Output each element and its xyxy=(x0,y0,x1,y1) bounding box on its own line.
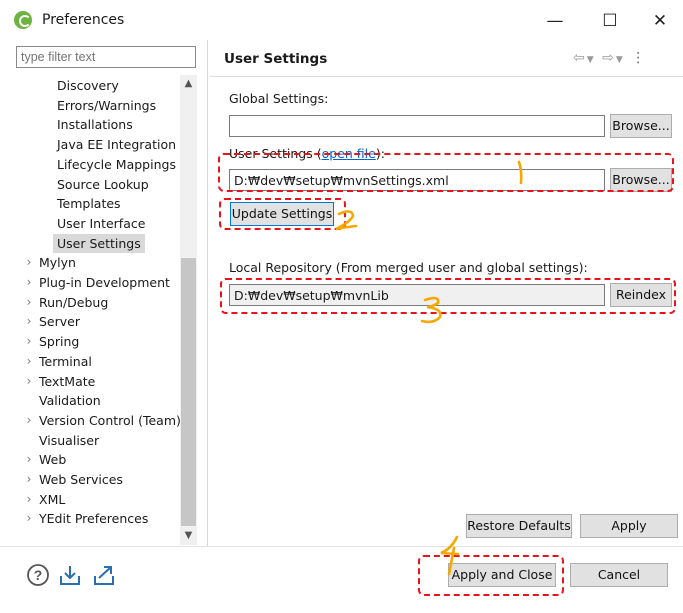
tree-item[interactable]: Templates xyxy=(57,194,121,213)
forward-menu-icon[interactable]: ▼ xyxy=(616,55,625,65)
tree-item[interactable]: User Settings xyxy=(53,233,145,253)
chevron-right-icon[interactable]: › xyxy=(23,352,35,371)
scroll-up-icon[interactable]: ▲ xyxy=(180,76,197,92)
chevron-right-icon[interactable]: › xyxy=(23,509,35,528)
tree-item[interactable]: Lifecycle Mappings xyxy=(57,155,176,174)
tree-item-label: Terminal xyxy=(39,353,92,369)
tree-item-label: YEdit Preferences xyxy=(39,511,149,527)
tree-item-label: Visualiser xyxy=(39,432,100,448)
history-nav[interactable]: ⇦▼ ⇨▼ ⋮ xyxy=(573,50,647,66)
view-menu-icon[interactable]: ⋮ xyxy=(631,50,647,66)
tree-item-label: Discovery xyxy=(57,78,119,93)
tree-item-label: Server xyxy=(39,314,80,330)
chevron-right-icon[interactable]: › xyxy=(23,490,35,509)
tree-item-label: Lifecycle Mappings xyxy=(57,156,176,172)
tree-item-label: Run/Debug xyxy=(39,294,109,310)
tree-item[interactable]: › YEdit Preferences xyxy=(27,509,149,528)
close-button[interactable]: ✕ xyxy=(640,8,680,34)
annotation-box-local-repo xyxy=(220,278,676,314)
local-repo-label: Local Repository (From merged user and g… xyxy=(229,260,588,275)
export-icon[interactable] xyxy=(92,563,116,587)
tree-item-label: Version Control (Team) xyxy=(39,412,181,428)
footer-separator xyxy=(0,546,683,547)
tree-item-label: Web xyxy=(39,452,67,468)
tree-item-label: Errors/Warnings xyxy=(57,97,157,113)
chevron-right-icon[interactable]: › xyxy=(23,411,35,430)
svg-text:?: ? xyxy=(34,567,43,583)
tree-item[interactable]: › Version Control (Team) xyxy=(27,411,181,430)
chevron-right-icon[interactable]: › xyxy=(23,470,35,489)
tree-item-label: Java EE Integration xyxy=(57,137,177,153)
chevron-right-icon[interactable]: › xyxy=(23,312,35,331)
restore-defaults-button[interactable]: Restore Defaults xyxy=(466,514,572,538)
annotation-box-user-settings xyxy=(218,153,674,192)
pane-divider[interactable] xyxy=(207,40,208,546)
tree-item-label: User Interface xyxy=(57,215,146,231)
chevron-right-icon[interactable]: › xyxy=(23,293,35,312)
maximize-button[interactable]: ☐ xyxy=(590,8,630,34)
spring-app-icon xyxy=(14,11,32,29)
tree-item-label: Validation xyxy=(39,393,101,409)
help-icon[interactable]: ? xyxy=(26,563,50,587)
tree-item-label: Mylyn xyxy=(39,255,76,271)
annotation-box-apply-close xyxy=(418,555,564,596)
tree-item-label: Templates xyxy=(57,196,121,212)
chevron-right-icon[interactable]: › xyxy=(23,450,35,469)
tree-item[interactable]: › Spring xyxy=(27,332,80,351)
tree-item[interactable]: Errors/Warnings xyxy=(57,96,156,115)
global-settings-label: Global Settings: xyxy=(229,91,329,106)
minimize-button[interactable]: — xyxy=(535,8,575,34)
page-title: User Settings xyxy=(224,51,328,67)
tree-item[interactable]: › Run/Debug xyxy=(27,293,109,312)
tree-item[interactable]: › TextMate xyxy=(27,372,96,391)
back-arrow-icon[interactable]: ⇦ xyxy=(573,50,587,66)
tree-item-label: Installations xyxy=(57,117,133,133)
tree-item-label: Web Services xyxy=(39,472,123,487)
annotation-box-update-settings xyxy=(219,198,346,230)
tree-item-label: Plug-in Development xyxy=(39,275,170,290)
cancel-button[interactable]: Cancel xyxy=(570,563,668,587)
tree-item[interactable]: Source Lookup xyxy=(57,175,149,194)
window-title: Preferences xyxy=(42,12,125,28)
header-separator xyxy=(210,76,683,77)
tree-item-label: Spring xyxy=(39,334,80,350)
tree-item-label: XML xyxy=(39,491,66,507)
tree-item[interactable]: › Web Services xyxy=(27,470,123,489)
tree-item-label: Source Lookup xyxy=(57,176,149,192)
tree-item-label: TextMate xyxy=(39,373,96,389)
forward-arrow-icon[interactable]: ⇨ xyxy=(602,50,616,66)
global-settings-field[interactable] xyxy=(229,115,605,137)
scroll-thumb[interactable] xyxy=(181,258,196,526)
back-menu-icon[interactable]: ▼ xyxy=(587,55,596,65)
chevron-right-icon[interactable]: › xyxy=(23,372,35,391)
tree-item[interactable]: › Web xyxy=(27,450,67,469)
tree-item[interactable]: › Terminal xyxy=(27,352,92,371)
import-icon[interactable] xyxy=(58,563,82,587)
chevron-right-icon[interactable]: › xyxy=(23,253,35,272)
tree-item[interactable]: Discovery xyxy=(57,76,119,95)
global-browse-button[interactable]: Browse... xyxy=(610,114,672,138)
tree-item[interactable]: › Mylyn xyxy=(27,253,76,272)
tree-item[interactable]: › XML xyxy=(27,490,66,509)
tree-item[interactable]: Validation xyxy=(39,391,101,410)
chevron-right-icon[interactable]: › xyxy=(23,332,35,351)
filter-input[interactable] xyxy=(16,46,196,68)
apply-button[interactable]: Apply xyxy=(580,514,678,538)
tree-item[interactable]: User Interface xyxy=(57,214,145,233)
tree-item[interactable]: › Plug-in Development xyxy=(27,273,170,292)
preferences-tree: Discovery Errors/Warnings Installations Jav… xyxy=(16,72,196,546)
tree-item[interactable]: Java EE Integration xyxy=(57,135,176,154)
chevron-right-icon[interactable]: › xyxy=(23,273,35,292)
scroll-down-icon[interactable]: ▼ xyxy=(180,528,197,544)
tree-item[interactable]: Visualiser xyxy=(39,431,99,450)
tree-item[interactable]: Installations xyxy=(57,115,133,134)
tree-item[interactable]: › Server xyxy=(27,312,80,331)
tree-item-label: User Settings xyxy=(57,235,141,251)
